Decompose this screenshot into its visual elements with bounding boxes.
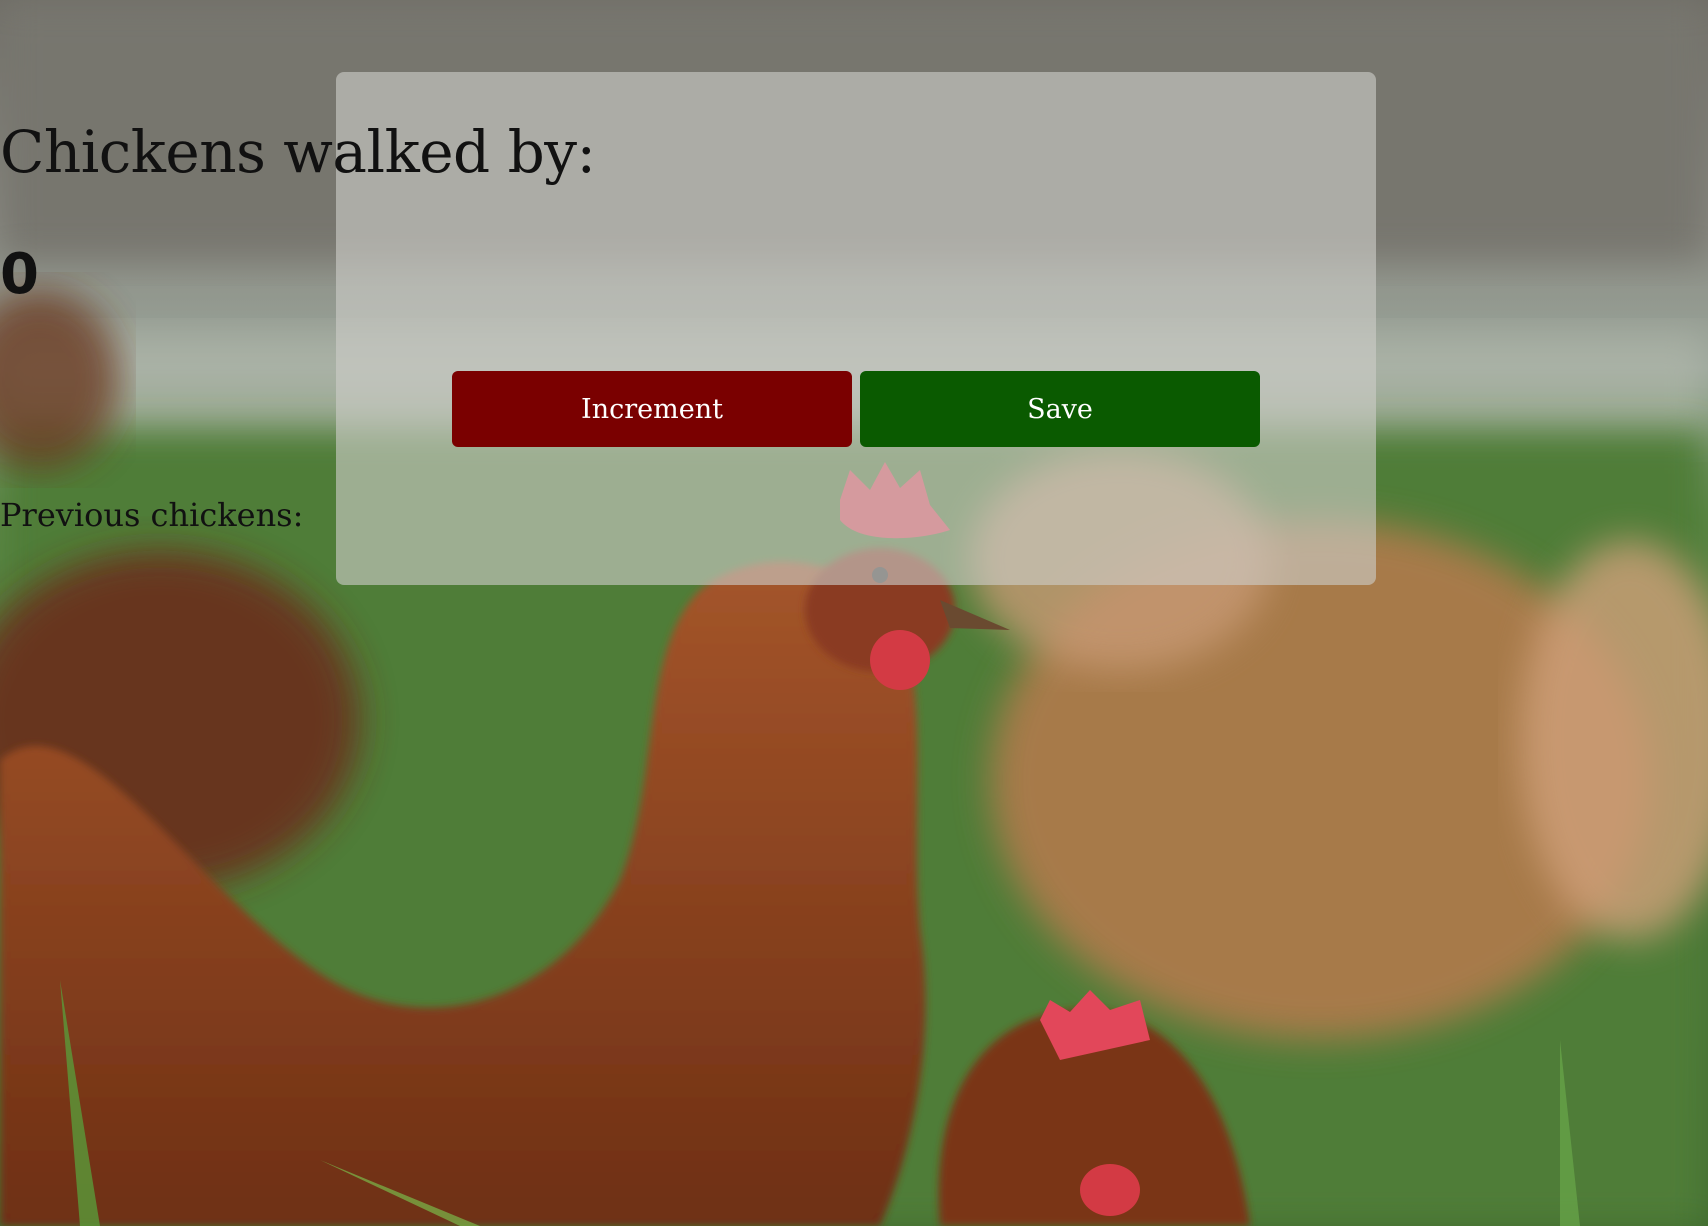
page-title: Chickens walked by: bbox=[0, 118, 596, 186]
increment-button[interactable]: Increment bbox=[452, 371, 852, 447]
previous-chickens-label: Previous chickens: bbox=[0, 496, 304, 534]
save-button[interactable]: Save bbox=[860, 371, 1260, 447]
chicken-count: 0 bbox=[0, 242, 39, 307]
